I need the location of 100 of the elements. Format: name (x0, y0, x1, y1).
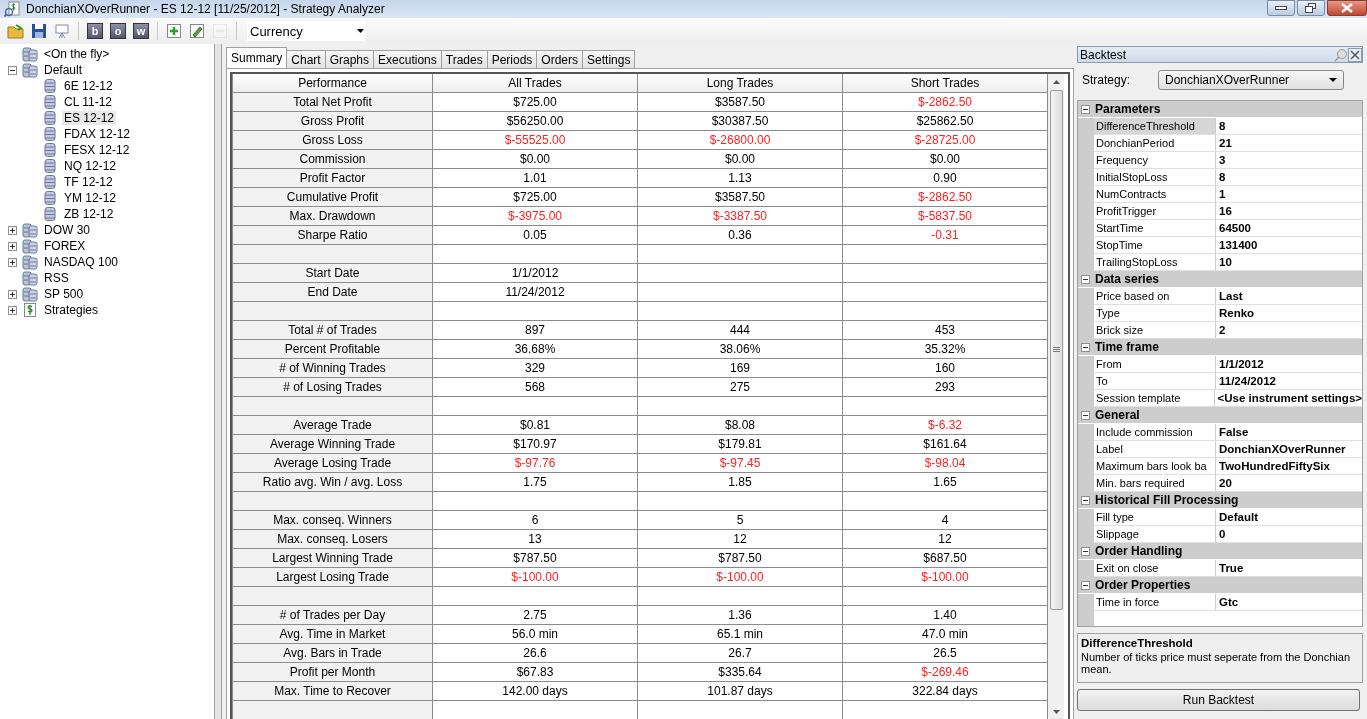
property-name[interactable]: DifferenceThreshold (1094, 118, 1216, 134)
property-value[interactable]: 8 (1216, 169, 1362, 185)
column-header[interactable]: All Trades (432, 74, 638, 93)
display-unit-dropdown[interactable]: Currency (247, 21, 365, 41)
tree-item[interactable]: SP 500 (42, 287, 86, 301)
toolbar-button[interactable] (164, 21, 184, 41)
tree-item[interactable]: NASDAQ 100 (42, 255, 121, 269)
tree-item[interactable]: TF 12-12 (62, 175, 115, 189)
close-button[interactable] (1327, 0, 1367, 16)
property-value[interactable]: 8 (1216, 118, 1362, 134)
property-value[interactable]: 1/1/2012 (1216, 356, 1362, 372)
tree-item[interactable]: NQ 12-12 (62, 159, 119, 173)
expand-icon[interactable] (8, 225, 17, 235)
tree-item[interactable]: Default (42, 63, 85, 77)
collapse-icon[interactable] (1081, 410, 1090, 420)
property-value[interactable]: 131400 (1216, 237, 1362, 253)
property-value[interactable]: Default (1216, 509, 1362, 525)
property-value[interactable]: False (1216, 424, 1362, 440)
property-value[interactable]: 21 (1216, 135, 1362, 151)
tree-item[interactable]: YM 12-12 (62, 191, 119, 205)
property-name[interactable]: To (1094, 373, 1216, 389)
property-name[interactable]: Include commission (1094, 424, 1216, 440)
tab[interactable]: Trades (440, 50, 488, 68)
toolbar-button[interactable]: w (133, 23, 149, 39)
tree-item[interactable]: ES 12-12 (62, 111, 117, 125)
property-value[interactable]: True (1216, 560, 1362, 576)
property-name[interactable]: Brick size (1094, 322, 1216, 338)
toolbar-button[interactable] (29, 21, 49, 41)
tab[interactable]: Settings (582, 50, 636, 68)
property-name[interactable]: TrailingStopLoss (1094, 254, 1216, 270)
property-name[interactable]: StartTime (1094, 220, 1216, 236)
tree-item[interactable]: FOREX (42, 239, 88, 253)
property-value[interactable]: DonchianXOverRunner (1216, 441, 1362, 457)
close-icon[interactable] (1348, 47, 1362, 62)
property-value[interactable]: 16 (1216, 203, 1362, 219)
expand-icon[interactable] (8, 257, 17, 267)
property-name[interactable]: ProfitTrigger (1094, 203, 1216, 219)
property-value[interactable]: 1 (1216, 186, 1362, 202)
scroll-up-icon[interactable] (1052, 80, 1060, 84)
tab[interactable]: Periods (486, 50, 538, 68)
property-name[interactable]: Session template (1094, 390, 1215, 406)
collapse-icon[interactable] (1081, 495, 1090, 505)
column-header[interactable]: Performance (232, 74, 433, 93)
expand-icon[interactable] (8, 289, 17, 299)
toolbar-button[interactable] (187, 21, 207, 41)
property-name[interactable]: Type (1094, 305, 1216, 321)
toolbar-button[interactable]: b (87, 23, 103, 39)
tab[interactable]: Summary (226, 47, 288, 68)
tree-item[interactable]: ZB 12-12 (62, 207, 116, 221)
property-name[interactable]: DonchianPeriod (1094, 135, 1216, 151)
tab[interactable]: Orders (536, 50, 584, 68)
column-header[interactable]: Long Trades (637, 74, 843, 93)
property-value[interactable]: 2 (1216, 322, 1362, 338)
collapse-icon[interactable] (8, 65, 17, 75)
tab[interactable]: Graphs (324, 50, 375, 68)
property-name[interactable]: Label (1094, 441, 1216, 457)
collapse-icon[interactable] (1081, 274, 1090, 284)
tree-item[interactable]: CL 11-12 (62, 95, 115, 109)
tab[interactable]: Chart (286, 50, 326, 68)
collapse-icon[interactable] (1081, 104, 1090, 114)
property-value[interactable]: <Use instrument settings> (1214, 390, 1362, 406)
tree-item[interactable]: FESX 12-12 (62, 143, 132, 157)
property-name[interactable]: Exit on close (1094, 560, 1216, 576)
property-name[interactable]: Price based on (1094, 288, 1216, 304)
expand-icon[interactable] (8, 241, 17, 251)
minimize-button[interactable] (1267, 0, 1295, 16)
collapse-icon[interactable] (1081, 546, 1090, 556)
tree-item[interactable]: RSS (42, 271, 71, 285)
tree-item[interactable]: Strategies (42, 303, 101, 317)
property-value[interactable]: 20 (1216, 475, 1362, 491)
property-value[interactable]: 11/24/2012 (1216, 373, 1362, 389)
restore-button[interactable] (1297, 0, 1325, 16)
run-backtest-button[interactable]: Run Backtest (1077, 689, 1360, 711)
property-value[interactable]: 64500 (1216, 220, 1362, 236)
property-name[interactable]: Min. bars required (1094, 475, 1216, 491)
tree-item[interactable]: <On the fly> (42, 47, 112, 61)
property-value[interactable]: Last (1216, 288, 1362, 304)
tree-item[interactable]: 6E 12-12 (62, 79, 115, 93)
property-name[interactable]: Time in force (1094, 594, 1216, 610)
strategy-dropdown[interactable]: DonchianXOverRunner (1158, 70, 1344, 90)
toolbar-button[interactable] (6, 21, 26, 41)
property-value[interactable]: 10 (1216, 254, 1362, 270)
scroll-down-icon[interactable] (1052, 710, 1060, 714)
column-header[interactable]: Short Trades (842, 74, 1048, 93)
property-name[interactable]: Fill type (1094, 509, 1216, 525)
collapse-icon[interactable] (1081, 580, 1090, 590)
property-name[interactable]: NumContracts (1094, 186, 1216, 202)
property-value[interactable]: Renko (1216, 305, 1362, 321)
property-value[interactable]: TwoHundredFiftySix (1216, 458, 1362, 474)
tree-item[interactable]: FDAX 12-12 (62, 127, 133, 141)
property-name[interactable]: StopTime (1094, 237, 1216, 253)
property-name[interactable]: From (1094, 356, 1216, 372)
property-name[interactable]: Maximum bars look ba (1094, 458, 1216, 474)
property-name[interactable]: InitialStopLoss (1094, 169, 1216, 185)
toolbar-button[interactable]: o (110, 23, 126, 39)
scrollbar[interactable] (1048, 74, 1064, 719)
expand-icon[interactable] (8, 305, 17, 315)
property-value[interactable]: 3 (1216, 152, 1362, 168)
tab[interactable]: Executions (373, 50, 442, 68)
collapse-icon[interactable] (1081, 342, 1090, 352)
